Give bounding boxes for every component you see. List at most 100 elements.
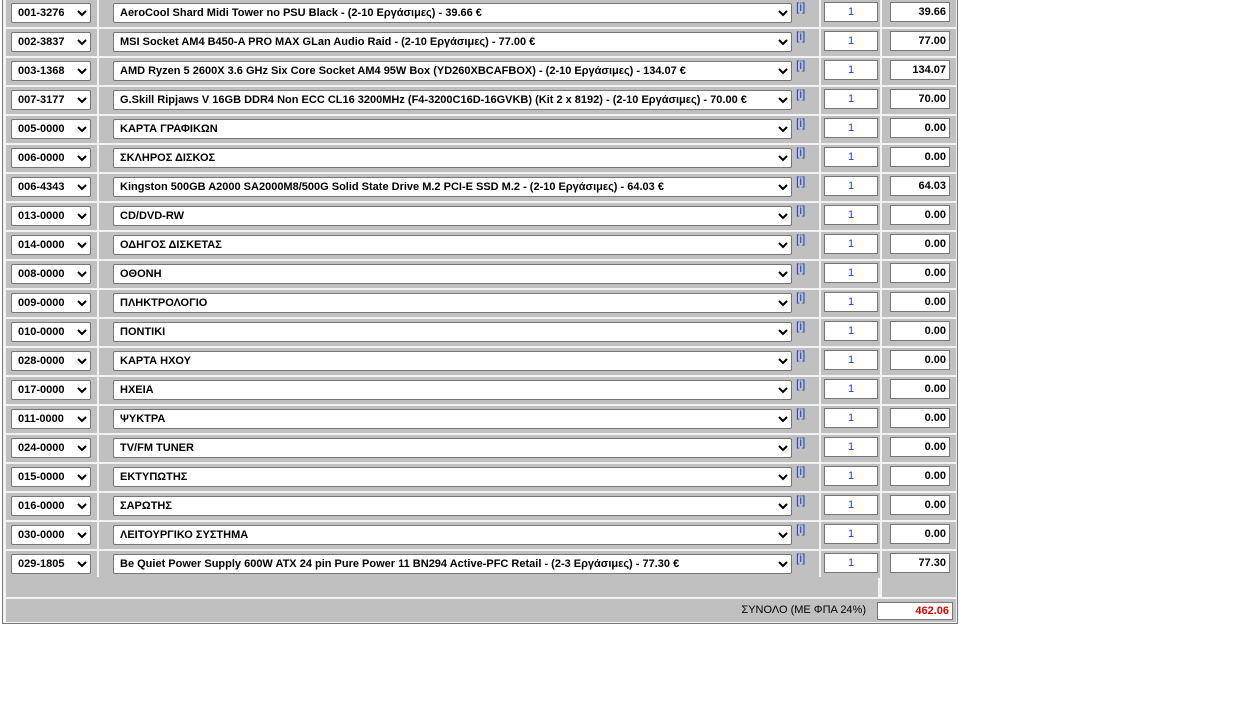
price-field[interactable]	[890, 147, 950, 167]
product-description-select[interactable]: ΚΑΡΤΑ ΗΧΟΥ	[113, 351, 792, 371]
quantity-field[interactable]	[824, 60, 878, 80]
product-description-select[interactable]: ΕΚΤΥΠΩΤΗΣ	[113, 467, 792, 487]
product-code-select[interactable]: 006-0000	[11, 148, 91, 168]
quantity-field[interactable]	[824, 553, 878, 573]
product-info-link[interactable]: [i]	[796, 319, 805, 333]
product-code-select[interactable]: 015-0000	[11, 467, 91, 487]
product-description-select[interactable]: AeroCool Shard Midi Tower no PSU Black -…	[113, 3, 792, 23]
product-info-link[interactable]: [i]	[796, 58, 805, 72]
quantity-field[interactable]	[824, 234, 878, 254]
price-field[interactable]	[890, 234, 950, 254]
product-description-select[interactable]: TV/FM TUNER	[113, 438, 792, 458]
product-code-select[interactable]: 030-0000	[11, 525, 91, 545]
product-info-link[interactable]: [i]	[796, 464, 805, 478]
product-description-select[interactable]: ΟΘΟΝΗ	[113, 264, 792, 284]
product-code-select[interactable]: 009-0000	[11, 293, 91, 313]
product-code-select[interactable]: 013-0000	[11, 206, 91, 226]
product-description-select[interactable]: G.Skill Ripjaws V 16GB DDR4 Non ECC CL16…	[113, 90, 792, 110]
product-info-link[interactable]: [i]	[796, 87, 805, 101]
product-description-select[interactable]: ΚΑΡΤΑ ΓΡΑΦΙΚΩΝ	[113, 119, 792, 139]
product-code-select[interactable]: 017-0000	[11, 380, 91, 400]
product-code-select[interactable]: 006-4343	[11, 177, 91, 197]
product-info-link[interactable]: [i]	[796, 551, 805, 565]
price-field[interactable]	[890, 205, 950, 225]
product-info-link[interactable]: [i]	[796, 116, 805, 130]
price-field[interactable]	[890, 466, 950, 486]
quantity-field[interactable]	[824, 408, 878, 428]
product-code-select[interactable]: 007-3177	[11, 90, 91, 110]
quantity-field[interactable]	[824, 437, 878, 457]
product-description-select[interactable]: ΠΛΗΚΤΡΟΛΟΓΙΟ	[113, 293, 792, 313]
product-info-link[interactable]: [i]	[796, 0, 805, 14]
product-description-select[interactable]: ΟΔΗΓΟΣ ΔΙΣΚΕΤΑΣ	[113, 235, 792, 255]
quantity-field[interactable]	[824, 176, 878, 196]
product-code-select[interactable]: 005-0000	[11, 119, 91, 139]
product-description-select[interactable]: AMD Ryzen 5 2600X 3.6 GHz Six Core Socke…	[113, 61, 792, 81]
product-description-select[interactable]: ΛΕΙΤΟΥΡΓΙΚΟ ΣΥΣΤΗΜΑ	[113, 525, 792, 545]
price-field[interactable]	[890, 31, 950, 51]
quantity-field[interactable]	[824, 89, 878, 109]
product-info-link[interactable]: [i]	[796, 290, 805, 304]
product-code-select[interactable]: 011-0000	[11, 409, 91, 429]
product-info-link[interactable]: [i]	[796, 348, 805, 362]
total-value-field[interactable]	[877, 602, 953, 620]
product-info-link[interactable]: [i]	[796, 174, 805, 188]
price-field[interactable]	[890, 89, 950, 109]
quantity-field[interactable]	[824, 466, 878, 486]
price-field[interactable]	[890, 495, 950, 515]
product-description-select[interactable]: ΗΧΕΙΑ	[113, 380, 792, 400]
quantity-field[interactable]	[824, 495, 878, 515]
product-code-select[interactable]: 003-1368	[11, 61, 91, 81]
product-description-select[interactable]: Be Quiet Power Supply 600W ATX 24 pin Pu…	[113, 554, 792, 574]
price-field[interactable]	[890, 350, 950, 370]
product-description-select[interactable]: MSI Socket AM4 B450-A PRO MAX GLan Audio…	[113, 32, 792, 52]
product-info-link[interactable]: [i]	[796, 232, 805, 246]
price-field[interactable]	[890, 379, 950, 399]
price-field[interactable]	[890, 118, 950, 138]
quantity-field[interactable]	[824, 31, 878, 51]
quantity-field[interactable]	[824, 147, 878, 167]
product-code-select[interactable]: 014-0000	[11, 235, 91, 255]
quantity-field[interactable]	[824, 263, 878, 283]
price-field[interactable]	[890, 553, 950, 573]
product-code-select[interactable]: 008-0000	[11, 264, 91, 284]
price-field[interactable]	[890, 60, 950, 80]
product-info-link[interactable]: [i]	[796, 261, 805, 275]
quantity-field[interactable]	[824, 321, 878, 341]
quantity-field[interactable]	[824, 118, 878, 138]
product-code-select[interactable]: 028-0000	[11, 351, 91, 371]
quantity-field[interactable]	[824, 350, 878, 370]
product-info-link[interactable]: [i]	[796, 29, 805, 43]
product-info-link[interactable]: [i]	[796, 522, 805, 536]
product-code-select[interactable]: 001-3276	[11, 3, 91, 23]
quantity-field[interactable]	[824, 379, 878, 399]
product-info-link[interactable]: [i]	[796, 435, 805, 449]
product-description-select[interactable]: ΣΑΡΩΤΗΣ	[113, 496, 792, 516]
quantity-field[interactable]	[824, 524, 878, 544]
quantity-field[interactable]	[824, 205, 878, 225]
price-field[interactable]	[890, 176, 950, 196]
product-description-select[interactable]: Kingston 500GB A2000 SA2000M8/500G Solid…	[113, 177, 792, 197]
product-code-select[interactable]: 024-0000	[11, 438, 91, 458]
price-field[interactable]	[890, 437, 950, 457]
price-field[interactable]	[890, 2, 950, 22]
price-field[interactable]	[890, 292, 950, 312]
product-info-link[interactable]: [i]	[796, 377, 805, 391]
product-description-select[interactable]: ΠΟΝΤΙΚΙ	[113, 322, 792, 342]
product-code-select[interactable]: 016-0000	[11, 496, 91, 516]
quantity-field[interactable]	[824, 292, 878, 312]
price-field[interactable]	[890, 263, 950, 283]
product-code-select[interactable]: 002-3837	[11, 32, 91, 52]
product-description-select[interactable]: CD/DVD-RW	[113, 206, 792, 226]
price-field[interactable]	[890, 524, 950, 544]
quantity-field[interactable]	[824, 2, 878, 22]
product-code-select[interactable]: 029-1805	[11, 554, 91, 574]
price-field[interactable]	[890, 408, 950, 428]
product-info-link[interactable]: [i]	[796, 493, 805, 507]
product-info-link[interactable]: [i]	[796, 203, 805, 217]
price-field[interactable]	[890, 321, 950, 341]
product-description-select[interactable]: ΣΚΛΗΡΟΣ ΔΙΣΚΟΣ	[113, 148, 792, 168]
product-info-link[interactable]: [i]	[796, 145, 805, 159]
product-code-select[interactable]: 010-0000	[11, 322, 91, 342]
product-description-select[interactable]: ΨΥΚΤΡΑ	[113, 409, 792, 429]
